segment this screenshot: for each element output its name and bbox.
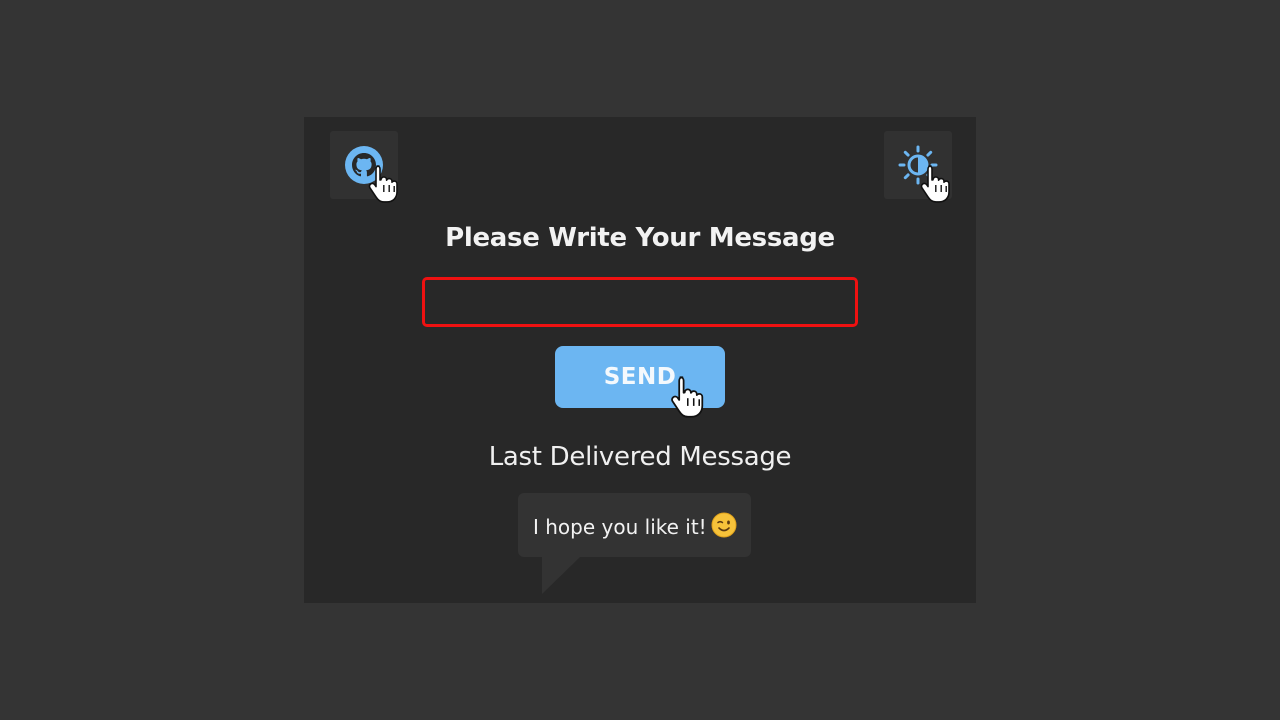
send-button[interactable]: SEND	[555, 346, 725, 408]
github-button[interactable]	[330, 131, 398, 203]
message-bubble-content: I hope you like it!	[533, 512, 737, 539]
send-button-label: SEND	[603, 364, 677, 390]
last-message-text: I hope you like it!	[533, 515, 707, 539]
message-card: Please Write Your Message SEND Last Deli…	[304, 117, 976, 603]
theme-toggle-icon	[898, 145, 938, 185]
page-title: Please Write Your Message	[445, 223, 835, 253]
last-delivered-label: Last Delivered Message	[488, 442, 792, 472]
message-input[interactable]	[422, 277, 858, 327]
theme-toggle-button[interactable]	[884, 131, 952, 203]
github-icon	[345, 146, 383, 184]
message-bubble: I hope you like it!	[518, 493, 751, 557]
bubble-tail	[542, 557, 580, 594]
wink-emoji-icon	[711, 512, 737, 538]
